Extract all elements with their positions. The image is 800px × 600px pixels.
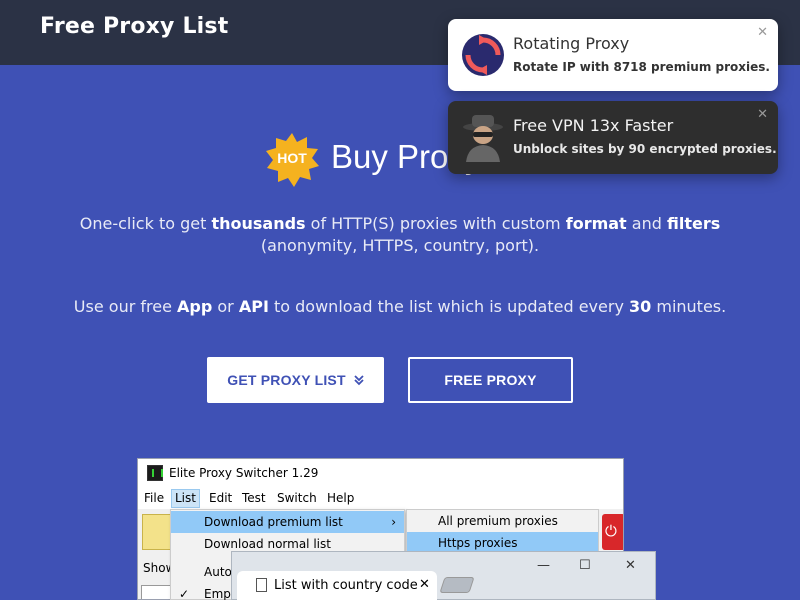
double-chevron-down-icon [354, 375, 364, 386]
note-text: or [212, 297, 239, 316]
desc-emphasis: thousands [211, 214, 306, 233]
minimize-icon[interactable]: — [537, 558, 550, 573]
menu-file[interactable]: File [144, 491, 164, 505]
menu-edit[interactable]: Edit [209, 491, 232, 505]
menu-help[interactable]: Help [327, 491, 354, 505]
popup-subtitle: Unblock sites by 90 encrypted proxies. [513, 142, 777, 156]
hero-update-note: Use our free App or API to download the … [50, 296, 750, 318]
document-icon [256, 578, 267, 592]
note-text: to download the list which is updated ev… [268, 297, 629, 316]
menu-item-download-premium[interactable]: Download premium list › [171, 511, 404, 533]
free-proxy-button[interactable]: FREE PROXY [408, 357, 573, 403]
free-vpn-popup[interactable]: Free VPN 13x Faster Unblock sites by 90 … [448, 101, 778, 174]
desc-text: of HTTP(S) proxies with custom [305, 214, 566, 233]
checkmark-icon: ✓ [179, 587, 190, 600]
app-menubar: File List Edit Test Switch Help [138, 488, 623, 509]
browser-tab[interactable]: List with country code ✕ [237, 571, 437, 600]
site-brand[interactable]: Free Proxy List [40, 14, 228, 39]
menu-item-label: Download normal list [204, 537, 331, 551]
maximize-icon[interactable]: ☐ [579, 558, 591, 573]
app-titlebar: Elite Proxy Switcher 1.29 [138, 459, 623, 488]
popup-title: Rotating Proxy [513, 34, 630, 53]
menu-list[interactable]: List [171, 489, 200, 508]
tab-close-icon[interactable]: ✕ [419, 577, 430, 592]
note-text: Use our free [73, 297, 177, 316]
close-icon[interactable]: ✕ [625, 558, 636, 573]
update-interval: 30 [629, 297, 652, 316]
desc-emphasis: filters [666, 214, 721, 233]
rotating-proxy-popup[interactable]: Rotating Proxy Rotate IP with 8718 premi… [448, 19, 778, 91]
close-icon[interactable]: ✕ [757, 107, 768, 122]
menu-item-label: Download premium list [204, 515, 343, 529]
spy-icon [463, 115, 503, 162]
hot-badge-label: HOT [277, 150, 307, 166]
show-input[interactable] [141, 585, 171, 599]
desc-text: One-click to get [79, 214, 212, 233]
app-logo-icon [147, 465, 163, 481]
chevron-right-icon: › [391, 515, 396, 529]
close-icon[interactable]: ✕ [757, 25, 768, 40]
rotate-icon [462, 34, 504, 76]
submenu-item-all-premium[interactable]: All premium proxies [407, 510, 598, 532]
new-tab-button[interactable] [439, 577, 475, 593]
power-icon[interactable] [602, 514, 623, 550]
desc-text: and [626, 214, 667, 233]
app-link: App [177, 297, 213, 316]
app-title: Elite Proxy Switcher 1.29 [169, 466, 319, 480]
notes-icon[interactable] [142, 514, 172, 550]
menu-item-label: Auto [204, 565, 232, 579]
menu-switch[interactable]: Switch [277, 491, 317, 505]
get-proxy-list-button[interactable]: GET PROXY LIST [207, 357, 384, 403]
browser-window: — ☐ ✕ List with country code ✕ [231, 551, 656, 600]
desc-emphasis: format [565, 214, 627, 233]
note-text: minutes. [651, 297, 727, 316]
popup-subtitle: Rotate IP with 8718 premium proxies. [513, 60, 770, 74]
desc-text: (anonymity, HTTPS, country, port). [260, 236, 540, 255]
popup-title: Free VPN 13x Faster [513, 116, 674, 135]
hero-description: One-click to get thousands of HTTP(S) pr… [50, 213, 750, 257]
tab-title: List with country code [274, 578, 418, 593]
api-link: API [238, 297, 269, 316]
menu-test[interactable]: Test [242, 491, 266, 505]
get-proxy-list-label: GET PROXY LIST [227, 372, 346, 388]
